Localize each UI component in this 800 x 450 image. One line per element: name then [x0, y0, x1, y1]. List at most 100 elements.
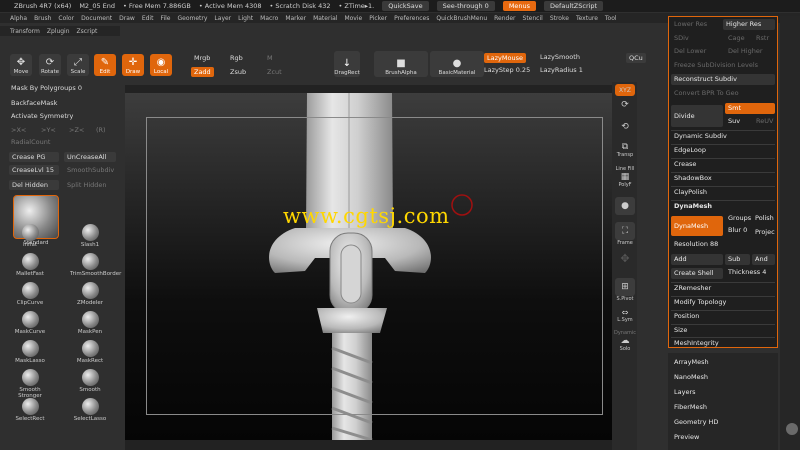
symmetry-radial[interactable]: (R): [93, 125, 109, 135]
rgb-toggle[interactable]: Rgb: [230, 54, 243, 62]
suv-toggle[interactable]: Suv: [725, 116, 740, 127]
mesh-integrity-button[interactable]: MeshIntegrity: [671, 337, 775, 349]
menu-item-preferences[interactable]: Preferences: [394, 15, 429, 22]
xyz-button[interactable]: XYZ: [614, 84, 636, 96]
brush-clipcurve[interactable]: ClipCurve: [10, 282, 50, 306]
higher-res-button[interactable]: Higher Res: [723, 19, 775, 30]
brush-malletfast[interactable]: MalletFast: [10, 253, 50, 277]
brush-slash1[interactable]: Slash1: [70, 224, 110, 248]
sdiv-slider[interactable]: SDiv: [671, 33, 689, 44]
brush-inflat[interactable]: Inflat: [10, 224, 50, 248]
frame-button[interactable]: ⛶ Frame: [614, 222, 636, 246]
mrgb-toggle[interactable]: Mrgb: [194, 54, 210, 62]
menu-item-transform[interactable]: Transform: [10, 28, 40, 35]
menu-item-zscript[interactable]: Zscript: [77, 28, 98, 35]
crease-button[interactable]: Crease: [671, 158, 775, 170]
dynamesh-button[interactable]: DynaMesh: [671, 216, 723, 236]
brush-maskpen[interactable]: MaskPen: [70, 311, 110, 335]
crease-pg-button[interactable]: Crease PG: [9, 152, 59, 162]
sub-button[interactable]: Sub: [725, 254, 750, 265]
zcut-button[interactable]: Zcut: [267, 68, 282, 76]
transp-button[interactable]: ⧉ Transp: [614, 142, 636, 158]
del-hidden-button[interactable]: Del Hidden: [9, 180, 59, 190]
lazy-smooth-slider[interactable]: LazySmooth: [540, 53, 580, 61]
brush-trimsmoothborder[interactable]: TrimSmoothBorder: [70, 253, 121, 277]
solo-material-button[interactable]: ●: [614, 197, 636, 215]
menu-item-geometry[interactable]: Geometry: [178, 15, 208, 22]
zadd-button[interactable]: Zadd: [191, 67, 214, 77]
subpalette-layers[interactable]: Layers: [674, 388, 696, 396]
create-shell-button[interactable]: Create Shell: [671, 268, 723, 279]
rstr-button[interactable]: Rstr: [753, 33, 769, 44]
lazy-step-slider[interactable]: LazyStep 0.25: [484, 66, 530, 74]
sync-view-button[interactable]: ⟲: [614, 122, 636, 132]
menu-item-movie[interactable]: Movie: [344, 15, 362, 22]
reconstruct-subdiv-button[interactable]: Reconstruct Subdiv: [671, 74, 775, 85]
size-button[interactable]: Size: [671, 324, 775, 336]
cage-button[interactable]: Cage: [725, 33, 745, 44]
brush-maskcurve[interactable]: MaskCurve: [10, 311, 50, 335]
project-toggle[interactable]: Projec: [752, 227, 775, 238]
menu-item-render[interactable]: Render: [494, 15, 515, 22]
lsym-button[interactable]: ⇔ L.Sym: [614, 308, 636, 323]
menu-item-marker[interactable]: Marker: [285, 15, 306, 22]
menu-item-light[interactable]: Light: [238, 15, 253, 22]
zremesher-button[interactable]: ZRemesher: [671, 282, 775, 294]
brush-alpha-button[interactable]: ■ BrushAlpha: [374, 51, 428, 77]
radial-count-slider[interactable]: RadialCount: [8, 137, 53, 147]
default-zscript-button[interactable]: DefaultZScript: [544, 1, 604, 11]
tray-scroll-strip[interactable]: [780, 16, 800, 450]
menu-item-alpha[interactable]: Alpha: [10, 15, 27, 22]
add-button[interactable]: Add: [671, 254, 723, 265]
move-button[interactable]: ✥ Move: [10, 54, 32, 76]
del-lower-button[interactable]: Del Lower: [671, 46, 706, 57]
modify-topology-button[interactable]: Modify Topology: [671, 296, 775, 308]
reuv-button[interactable]: ReUV: [753, 116, 773, 127]
lazy-radius-slider[interactable]: LazyRadius 1: [540, 66, 583, 74]
thickness-slider[interactable]: Thickness 4: [725, 267, 766, 278]
smt-toggle[interactable]: Smt: [725, 103, 775, 114]
polish-toggle[interactable]: Polish: [752, 213, 774, 224]
freeze-subdiv-button[interactable]: Freeze SubDivision Levels: [671, 60, 758, 71]
draw-button[interactable]: ✛ Draw: [122, 54, 144, 76]
claypolish-button[interactable]: ClayPolish: [671, 186, 775, 198]
crease-level-slider[interactable]: CreaseLvl 15: [9, 165, 59, 175]
dynamesh-header[interactable]: DynaMesh: [671, 200, 775, 212]
brush-maskrect[interactable]: MaskRect: [70, 340, 110, 364]
activate-symmetry-button[interactable]: Activate Symmetry: [8, 111, 76, 121]
menu-item-material[interactable]: Material: [313, 15, 337, 22]
menu-item-tool[interactable]: Tool: [605, 15, 617, 22]
zsub-button[interactable]: Zsub: [230, 68, 246, 76]
menu-item-quickbrushmenu[interactable]: QuickBrushMenu: [436, 15, 487, 22]
menu-item-zplugin[interactable]: Zplugin: [47, 28, 70, 35]
subpalette-fibermesh[interactable]: FiberMesh: [674, 403, 707, 411]
menu-item-file[interactable]: File: [160, 15, 170, 22]
spivot-button[interactable]: ⊞ S.Pivot: [614, 278, 636, 302]
lower-res-button[interactable]: Lower Res: [671, 19, 721, 30]
divide-button[interactable]: Divide: [671, 105, 723, 127]
menu-item-edit[interactable]: Edit: [142, 15, 154, 22]
m-toggle[interactable]: M: [267, 54, 273, 62]
quicksave-button[interactable]: QuickSave: [382, 1, 429, 11]
local-button[interactable]: ◉ Local: [150, 54, 172, 76]
menu-item-macro[interactable]: Macro: [260, 15, 278, 22]
menu-item-draw[interactable]: Draw: [119, 15, 135, 22]
brush-smooth[interactable]: Smooth: [70, 369, 110, 393]
menu-item-document[interactable]: Document: [81, 15, 112, 22]
subpalette-preview[interactable]: Preview: [674, 433, 699, 441]
menu-item-brush[interactable]: Brush: [34, 15, 51, 22]
subpalette-arraymesh[interactable]: ArrayMesh: [674, 358, 709, 366]
lazy-mouse-button[interactable]: LazyMouse: [484, 53, 526, 63]
and-button[interactable]: And: [752, 254, 775, 265]
qcube-button[interactable]: QCu: [626, 53, 646, 63]
subpalette-nanomesh[interactable]: NanoMesh: [674, 373, 708, 381]
symmetry-z[interactable]: >Z<: [66, 125, 87, 135]
shadowbox-button[interactable]: ShadowBox: [671, 172, 775, 184]
menus-button[interactable]: Menus: [502, 1, 537, 11]
polyf-button[interactable]: Line Fill ▦ PolyF: [614, 166, 636, 188]
groups-toggle[interactable]: Groups: [725, 213, 751, 224]
brush-masklasso[interactable]: MaskLasso: [10, 340, 50, 364]
blur-slider[interactable]: Blur 0: [725, 225, 747, 236]
backface-mask-button[interactable]: BackfaceMask: [8, 98, 60, 108]
symmetry-y[interactable]: >Y<: [38, 125, 59, 135]
